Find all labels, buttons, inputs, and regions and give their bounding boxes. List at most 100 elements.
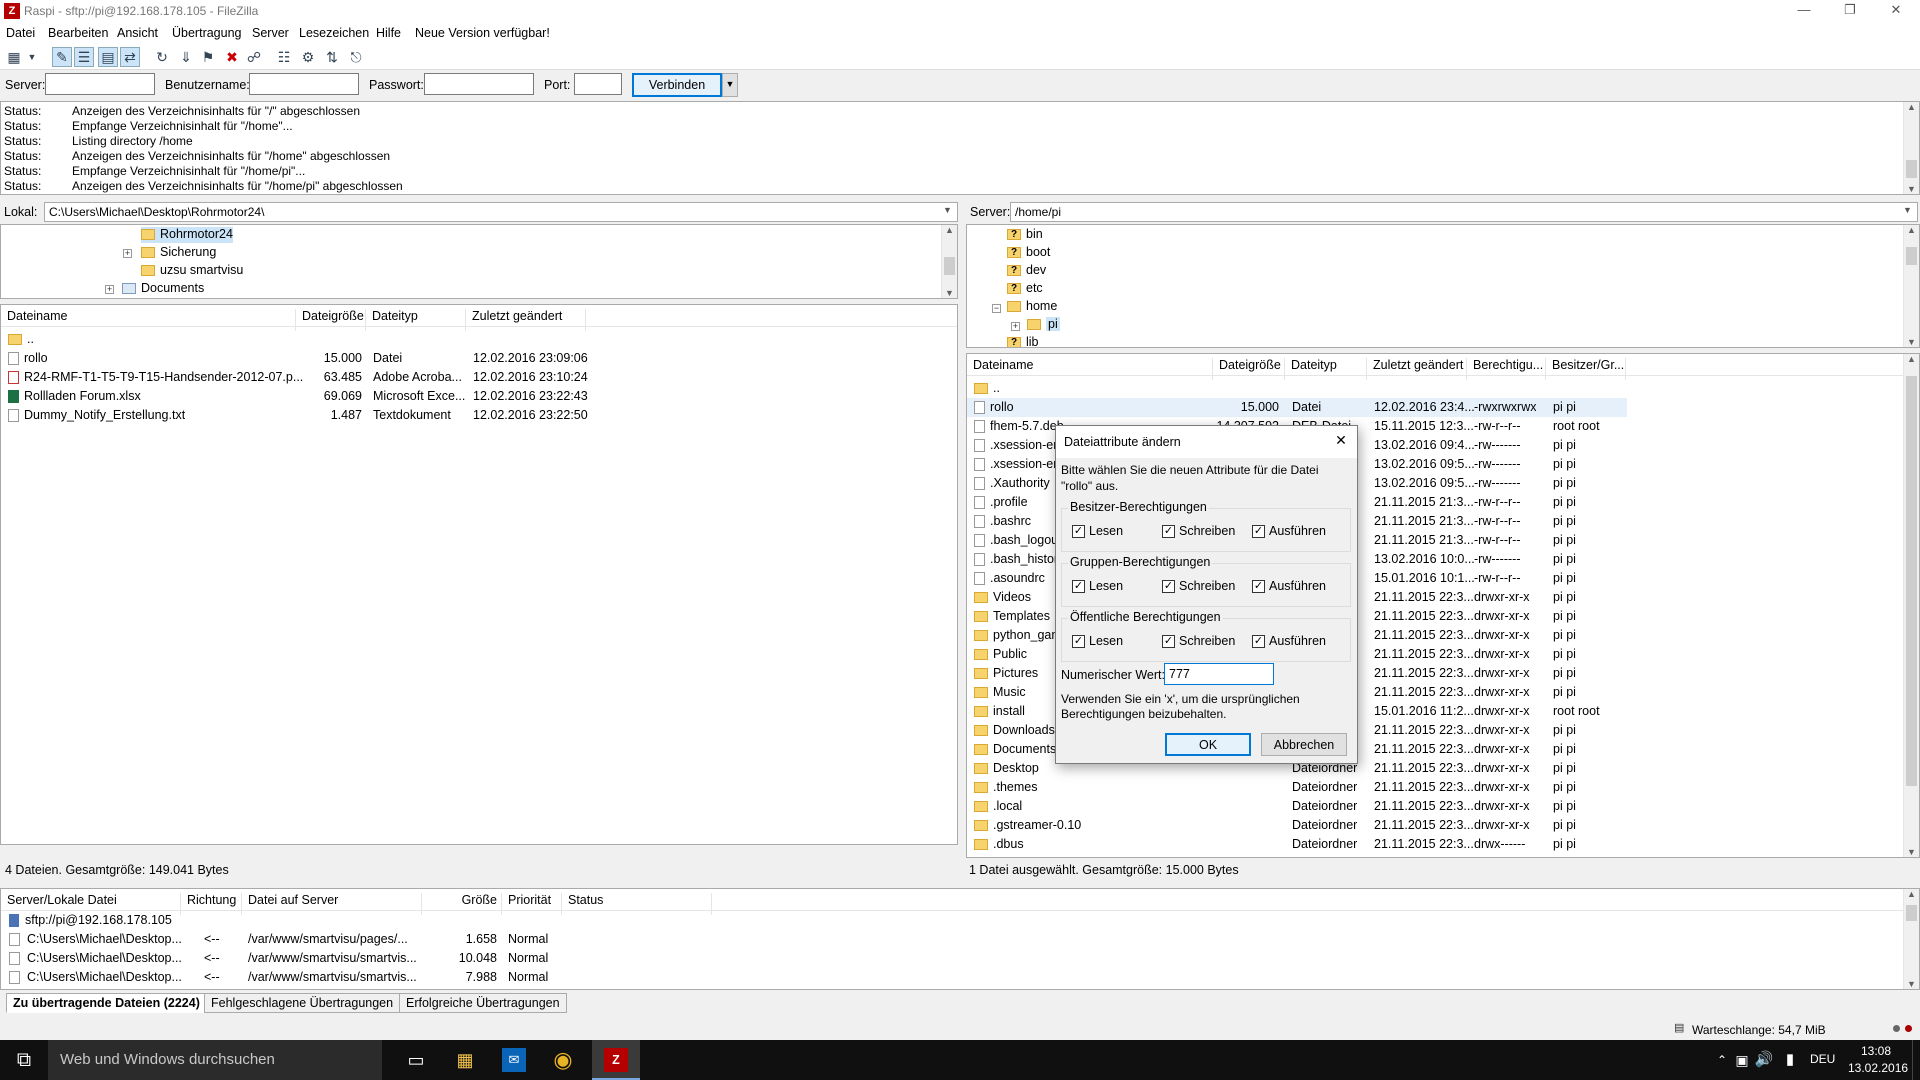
- toggle-local-tree-icon[interactable]: ☰: [74, 47, 94, 67]
- chrome-icon[interactable]: ◉: [547, 1044, 579, 1076]
- server-input[interactable]: [45, 73, 155, 95]
- expand-icon[interactable]: +: [123, 249, 132, 258]
- menu-hilfe[interactable]: Hilfe: [376, 26, 401, 40]
- owner-execute-checkbox[interactable]: ✓ Ausführen: [1252, 524, 1326, 539]
- search-icon[interactable]: ⎋: [346, 47, 366, 67]
- minimize-button[interactable]: —: [1784, 2, 1824, 17]
- stop-icon[interactable]: ⚑: [198, 47, 218, 67]
- tree-node-sicherung[interactable]: Sicherung: [141, 245, 216, 261]
- expand-icon[interactable]: +: [1011, 322, 1020, 331]
- tree-node-documents[interactable]: Documents: [122, 281, 204, 297]
- col-dateiname[interactable]: Dateiname: [967, 358, 1213, 380]
- filezilla-taskbar-button[interactable]: Z: [592, 1040, 640, 1080]
- collapse-icon[interactable]: −: [992, 304, 1001, 313]
- table-row[interactable]: .dbus Dateiordner 21.11.2015 22:3... drwx--…: [967, 835, 1627, 854]
- remote-path-input[interactable]: /home/pi: [1010, 202, 1918, 222]
- tree-node-rohrmotor24[interactable]: Rohrmotor24: [141, 227, 233, 243]
- tab-failed-transfers[interactable]: Fehlgeschlagene Übertragungen: [204, 993, 401, 1013]
- col-zuletzt-geaendert[interactable]: Zuletzt geändert: [1367, 358, 1467, 380]
- local-tree-scrollbar[interactable]: ▲ ▼: [941, 225, 957, 298]
- col-berechtigungen[interactable]: Berechtigu...: [1467, 358, 1546, 380]
- remote-tree-scrollbar[interactable]: ▲ ▼: [1903, 225, 1919, 347]
- connect-button[interactable]: Verbinden: [632, 73, 722, 97]
- public-write-checkbox[interactable]: ✓ Schreiben: [1162, 634, 1235, 649]
- tab-successful-transfers[interactable]: Erfolgreiche Übertragungen: [399, 993, 567, 1013]
- toggle-remote-tree-icon[interactable]: ▤: [98, 47, 118, 67]
- col-dateiname[interactable]: Dateiname: [1, 309, 296, 331]
- table-row[interactable]: .local Dateiordner 21.11.2015 22:3... drwxr…: [967, 797, 1627, 816]
- cancel-icon[interactable]: ✖: [222, 47, 242, 67]
- ok-button[interactable]: OK: [1165, 733, 1251, 756]
- remote-list-scrollbar[interactable]: ▲ ▼: [1903, 354, 1919, 857]
- expand-icon[interactable]: +: [105, 285, 114, 294]
- owner-write-checkbox[interactable]: ✓ Schreiben: [1162, 524, 1235, 539]
- queue-scrollbar[interactable]: ▲ ▼: [1903, 889, 1919, 989]
- clock-date[interactable]: 13.02.2016: [1848, 1061, 1908, 1075]
- menu-uebertragung[interactable]: Übertragung: [172, 26, 242, 40]
- table-row[interactable]: Dummy_Notify_Erstellung.txt 1.487 Textdoku…: [1, 406, 957, 425]
- connect-history-dropdown-icon[interactable]: ▼: [722, 73, 738, 97]
- col-zuletzt-geaendert[interactable]: Zuletzt geändert: [466, 309, 586, 331]
- menu-bearbeiten[interactable]: Bearbeiten: [48, 26, 108, 40]
- table-row[interactable]: ..: [967, 379, 1627, 398]
- table-row[interactable]: ..: [1, 330, 957, 349]
- col-dateityp[interactable]: Dateityp: [366, 309, 466, 331]
- file-explorer-icon[interactable]: ▦: [449, 1044, 481, 1076]
- table-row[interactable]: rollo 15.000 Datei 12.02.2016 23:4... -rwxrw…: [967, 398, 1627, 417]
- tree-node-dev[interactable]: ? dev: [1007, 263, 1046, 279]
- owner-read-checkbox[interactable]: ✓ Lesen: [1072, 524, 1123, 539]
- menu-lesezeichen[interactable]: Lesezeichen: [299, 26, 369, 40]
- tab-queued-files[interactable]: Zu übertragende Dateien (2224): [6, 993, 207, 1013]
- sync-browsing-icon[interactable]: ⇅: [322, 47, 342, 67]
- menu-new-version[interactable]: Neue Version verfügbar!: [415, 26, 550, 40]
- queue-server-row[interactable]: sftp://pi@192.168.178.105: [1, 911, 1919, 930]
- refresh-icon[interactable]: ↻: [152, 47, 172, 67]
- table-row[interactable]: .themes Dateiordner 21.11.2015 22:3... drwx…: [967, 778, 1627, 797]
- table-row[interactable]: rollo 15.000 Datei 12.02.2016 23:09:06: [1, 349, 957, 368]
- col-dateityp[interactable]: Dateityp: [1285, 358, 1367, 380]
- maximize-button[interactable]: ❐: [1830, 2, 1870, 18]
- queue-row[interactable]: C:\Users\Michael\Desktop... <--/var/www/s…: [1, 968, 1919, 987]
- cancel-button[interactable]: Abbrechen: [1261, 733, 1347, 756]
- site-manager-icon[interactable]: ▦: [4, 47, 24, 67]
- col-dateigroesse[interactable]: Dateigröße: [1213, 358, 1285, 380]
- site-manager-dropdown-icon[interactable]: ▼: [26, 47, 38, 67]
- windows-start-icon[interactable]: ⧉: [8, 1044, 40, 1076]
- directory-listing-filter-icon[interactable]: ☷: [274, 47, 294, 67]
- queue-row[interactable]: C:\Users\Michael\Desktop... <--/var/www/s…: [1, 930, 1919, 949]
- compare-icon[interactable]: ⚙: [298, 47, 318, 67]
- tree-node-pi[interactable]: pi: [1027, 317, 1060, 333]
- public-read-checkbox[interactable]: ✓ Lesen: [1072, 634, 1123, 649]
- input-language[interactable]: DEU: [1810, 1052, 1835, 1066]
- menu-ansicht[interactable]: Ansicht: [117, 26, 158, 40]
- menu-server[interactable]: Server: [252, 26, 289, 40]
- table-row[interactable]: .gstreamer-0.10 Dateiordner 21.11.2015 22:…: [967, 816, 1627, 835]
- tree-node-home[interactable]: home: [1007, 299, 1057, 315]
- group-execute-checkbox[interactable]: ✓ Ausführen: [1252, 579, 1326, 594]
- tree-node-boot[interactable]: ? boot: [1007, 245, 1050, 261]
- col-besitzer[interactable]: Besitzer/Gr...: [1546, 358, 1626, 380]
- process-queue-icon[interactable]: ⇓: [176, 47, 196, 67]
- tree-node-bin[interactable]: ? bin: [1007, 227, 1043, 243]
- port-input[interactable]: [574, 73, 622, 95]
- close-button[interactable]: ✕: [1876, 2, 1916, 18]
- menu-datei[interactable]: Datei: [6, 26, 35, 40]
- username-input[interactable]: [249, 73, 359, 95]
- tree-node-lib[interactable]: ? lib: [1007, 335, 1039, 347]
- outlook-icon[interactable]: ✉: [502, 1048, 526, 1072]
- clock-time[interactable]: 13:08: [1848, 1044, 1904, 1058]
- col-dateigroesse[interactable]: Dateigröße: [296, 309, 366, 331]
- local-path-input[interactable]: C:\Users\Michael\Desktop\Rohrmotor24\: [44, 202, 958, 222]
- queue-row[interactable]: C:\Users\Michael\Desktop... <--/var/www/s…: [1, 949, 1919, 968]
- tree-node-uzsu-smartvisu[interactable]: uzsu smartvisu: [141, 263, 243, 279]
- taskbar-search[interactable]: Web und Windows durchsuchen: [48, 1040, 382, 1080]
- toggle-log-icon[interactable]: ✎: [52, 47, 72, 67]
- notifications-icon[interactable]: ▮: [1774, 1044, 1806, 1076]
- remote-path-dropdown-icon[interactable]: ▼: [1903, 205, 1912, 215]
- table-row[interactable]: Rollladen Forum.xlsx 69.069 Microsoft Exce…: [1, 387, 957, 406]
- show-desktop-button[interactable]: [1912, 1040, 1920, 1080]
- local-path-dropdown-icon[interactable]: ▼: [943, 205, 952, 215]
- public-execute-checkbox[interactable]: ✓ Ausführen: [1252, 634, 1326, 649]
- table-row[interactable]: R24-RMF-T1-T5-T9-T15-Handsender-2012-07.…: [1, 368, 957, 387]
- group-read-checkbox[interactable]: ✓ Lesen: [1072, 579, 1123, 594]
